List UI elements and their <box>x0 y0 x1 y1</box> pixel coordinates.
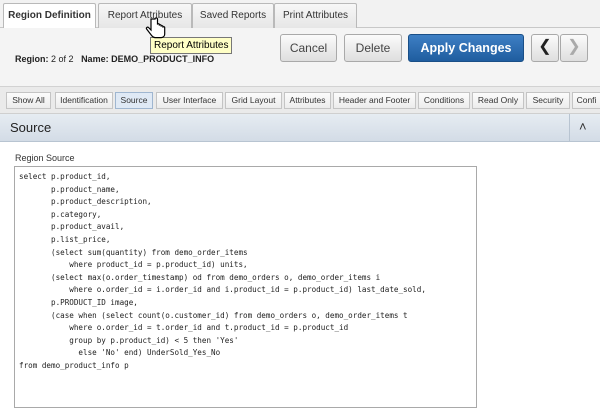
name-value: DEMO_PRODUCT_INFO <box>111 54 215 64</box>
subtab-grid-layout[interactable]: Grid Layout <box>225 92 282 109</box>
region-value: 2 of 2 <box>51 54 74 64</box>
region-info: Region: 2 of 2 Name: DEMO_PRODUCT_INFO <box>15 54 214 64</box>
subtab-configuration[interactable]: Confi <box>572 92 600 109</box>
top-tab-bar: Region Definition Report Attributes Save… <box>0 0 600 29</box>
chevron-up-icon: ˄ <box>579 119 587 134</box>
delete-button[interactable]: Delete <box>344 34 402 62</box>
subtab-attributes[interactable]: Attributes <box>284 92 331 109</box>
tab-print-attributes[interactable]: Print Attributes <box>274 3 357 28</box>
subtab-source[interactable]: Source <box>115 92 153 109</box>
section-title: Source <box>10 120 52 135</box>
tab-region-definition[interactable]: Region Definition <box>3 3 96 29</box>
region-source-code: select p.product_id, p.product_name, p.p… <box>19 172 426 370</box>
source-section-header: Source ˄ <box>0 114 600 142</box>
hand-cursor-icon <box>145 17 166 39</box>
subtab-security[interactable]: Security <box>526 92 570 109</box>
subtab-user-interface[interactable]: User Interface <box>156 92 223 109</box>
subtab-header-and-footer[interactable]: Header and Footer <box>333 92 416 109</box>
chevron-left-icon: ❮ <box>538 38 552 55</box>
next-button[interactable]: ❯ <box>560 34 588 62</box>
name-label: Name: <box>81 54 109 64</box>
previous-button[interactable]: ❮ <box>531 34 559 62</box>
region-source-textarea[interactable]: select p.product_id, p.product_name, p.p… <box>14 166 477 408</box>
region-label: Region: <box>15 54 49 64</box>
subtab-conditions[interactable]: Conditions <box>418 92 470 109</box>
cancel-button[interactable]: Cancel <box>280 34 337 62</box>
apply-changes-button[interactable]: Apply Changes <box>408 34 524 62</box>
subtab-show-all[interactable]: Show All <box>6 92 51 109</box>
collapse-section-button[interactable]: ˄ <box>569 114 600 142</box>
subtab-read-only[interactable]: Read Only <box>472 92 524 109</box>
region-source-label: Region Source <box>15 153 75 163</box>
chevron-right-icon: ❯ <box>567 38 581 55</box>
subtab-identification[interactable]: Identification <box>55 92 113 109</box>
section-tab-bar: Show All Identification Source User Inte… <box>0 86 600 114</box>
tab-saved-reports[interactable]: Saved Reports <box>192 3 274 28</box>
